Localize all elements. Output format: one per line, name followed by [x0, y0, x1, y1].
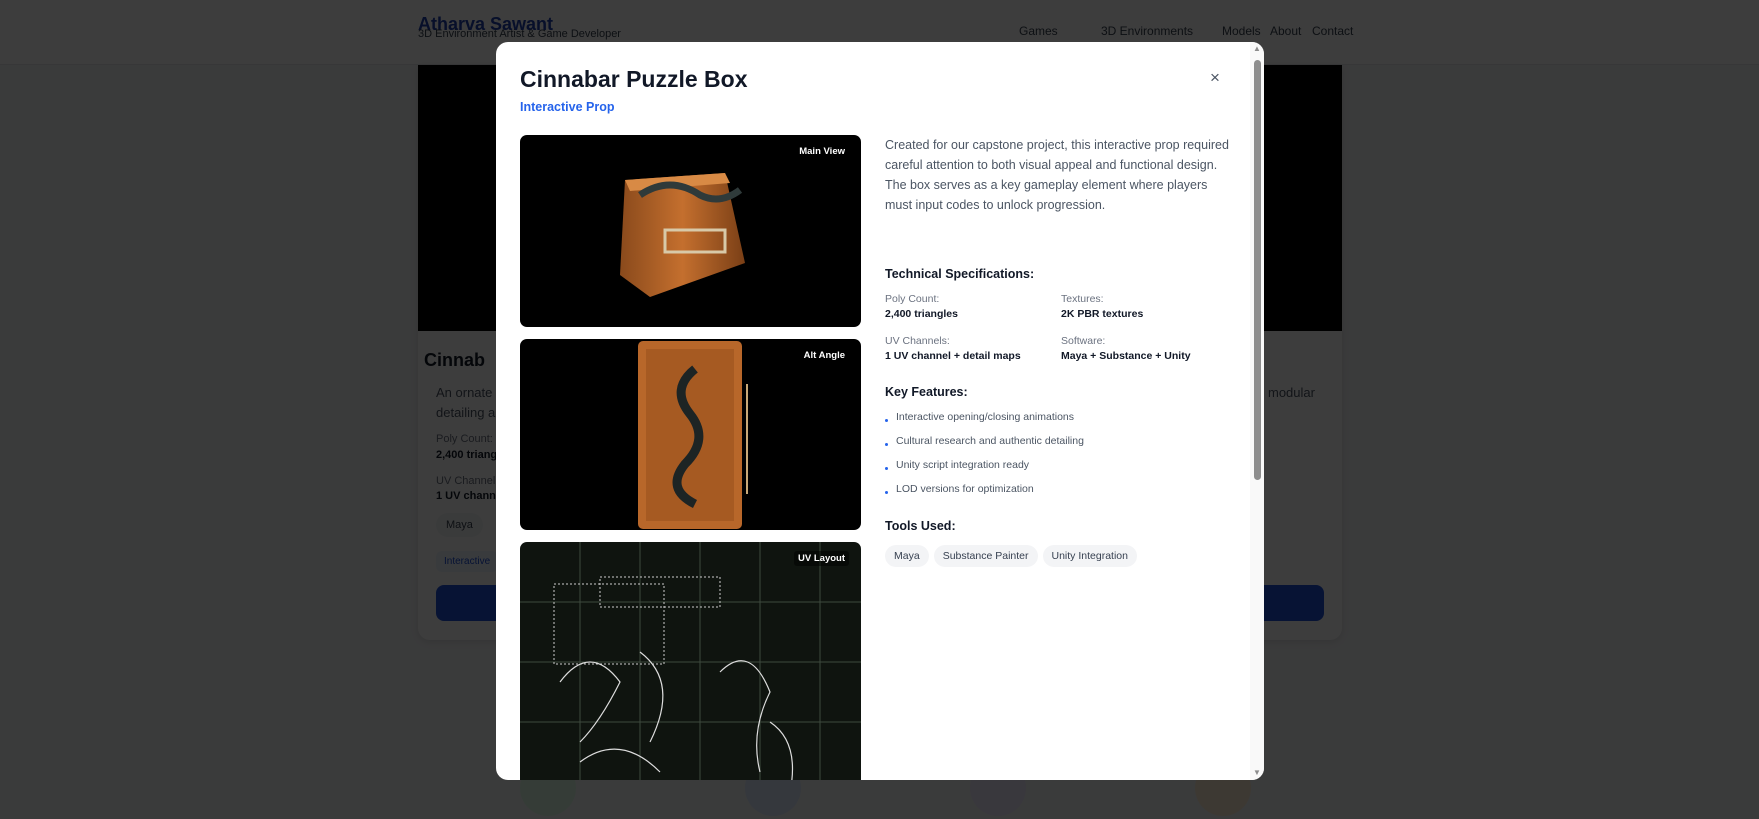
bullet-icon — [885, 419, 888, 422]
uv-layout-render — [520, 542, 861, 780]
tools-heading: Tools Used: — [885, 519, 956, 533]
card-uv-label: UV Channel — [436, 475, 496, 487]
modal-subtitle: Interactive Prop — [520, 100, 615, 114]
image-label: Alt Angle — [799, 348, 849, 363]
spec-uv-channels: UV Channels: 1 UV channel + detail maps — [885, 335, 1021, 362]
image-alt-angle[interactable]: Alt Angle — [520, 339, 861, 530]
scroll-up-icon[interactable]: ▲ — [1253, 44, 1261, 53]
tool-tag: Unity Integration — [1042, 545, 1137, 567]
card-title: Cinnab — [424, 350, 485, 370]
tagline: 3D Environment Artist & Game Developer — [418, 28, 621, 40]
scroll-down-icon[interactable]: ▼ — [1253, 768, 1261, 777]
scrollbar-thumb[interactable] — [1254, 60, 1261, 480]
dragon-panel-render — [638, 341, 748, 529]
puzzle-box-render — [620, 173, 745, 297]
close-icon[interactable]: × — [1210, 68, 1220, 88]
bullet-icon — [885, 443, 888, 446]
nav-models[interactable]: Models — [1222, 24, 1261, 38]
image-label: Main View — [795, 144, 849, 159]
modal-scrollbar[interactable]: ▲ ▼ — [1250, 42, 1264, 780]
card-category: Interactive — [436, 551, 499, 572]
card-poly-label: Poly Count: — [436, 433, 493, 445]
nav-contact[interactable]: Contact — [1312, 24, 1353, 38]
nav-about[interactable]: About — [1270, 24, 1301, 38]
tool-tag: Maya — [885, 545, 929, 567]
card-desc-1: An ornate — [436, 385, 493, 400]
project-description: Created for our capstone project, this i… — [885, 138, 1229, 212]
specs-heading: Technical Specifications: — [885, 267, 1035, 281]
feature-item: Cultural research and authentic detailin… — [885, 435, 1084, 447]
bullet-icon — [885, 467, 888, 470]
image-label: UV Layout — [794, 551, 849, 566]
spec-textures: Textures: 2K PBR textures — [1061, 293, 1144, 320]
image-uv-layout[interactable]: UV Layout — [520, 542, 861, 780]
tools-list: Maya Substance Painter Unity Integration — [885, 545, 1142, 567]
spec-software: Software: Maya + Substance + Unity — [1061, 335, 1191, 362]
feature-item: Interactive opening/closing animations — [885, 411, 1074, 423]
card-poly-value: 2,400 triang — [436, 449, 498, 461]
image-main-view[interactable]: Main View — [520, 135, 861, 327]
nav-games[interactable]: Games — [1019, 24, 1058, 38]
project-modal: Cinnabar Puzzle Box Interactive Prop × M… — [496, 42, 1264, 780]
feature-item: Unity script integration ready — [885, 459, 1029, 471]
features-heading: Key Features: — [885, 385, 968, 399]
nav-3d-environments[interactable]: 3D Environments — [1101, 24, 1193, 38]
spec-poly-count: Poly Count: 2,400 triangles — [885, 293, 958, 320]
card-desc-right: modular — [1268, 385, 1315, 400]
feature-item: LOD versions for optimization — [885, 483, 1034, 495]
tool-tag: Substance Painter — [933, 545, 1038, 567]
card-tag: Maya — [436, 513, 483, 537]
details-panel: Created for our capstone project, this i… — [885, 135, 1235, 567]
card-desc-2: detailing a — [436, 405, 496, 420]
bullet-icon — [885, 491, 888, 494]
card-uv-value: 1 UV channe — [436, 490, 503, 502]
modal-title: Cinnabar Puzzle Box — [520, 66, 748, 92]
